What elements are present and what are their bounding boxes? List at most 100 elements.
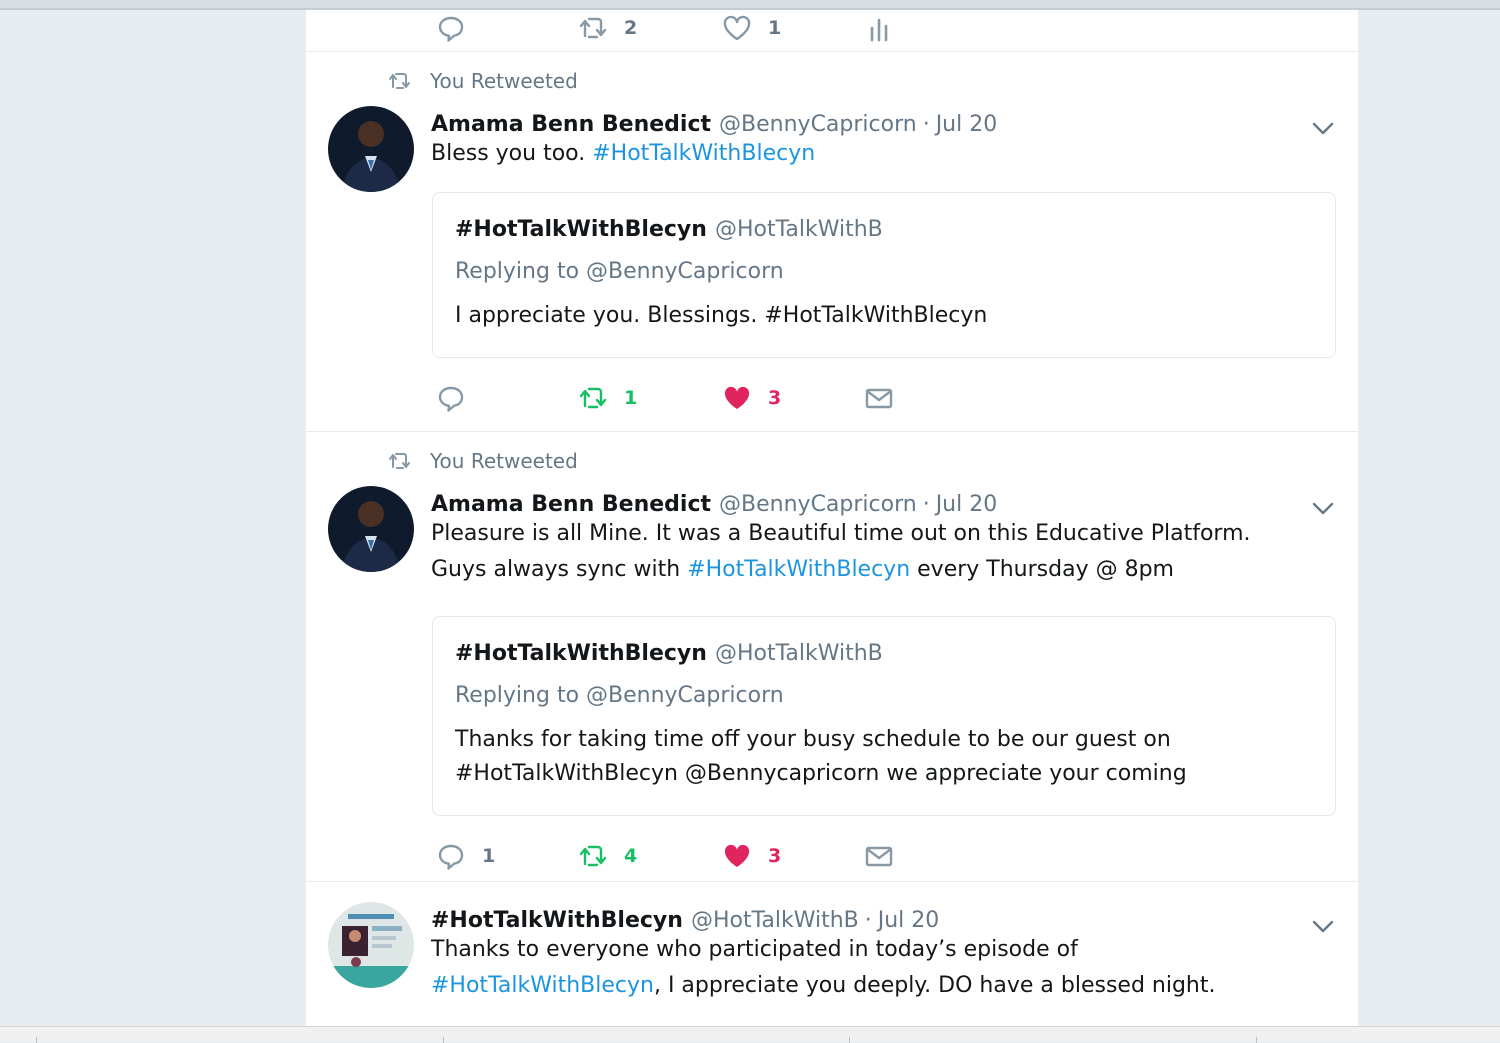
username[interactable]: @BennyCapricorn (719, 492, 917, 517)
retweet-context: You Retweeted (388, 69, 578, 93)
window-bottom-bar (0, 1026, 1500, 1043)
separator: · (922, 112, 930, 137)
direct-message-button[interactable] (864, 382, 894, 414)
retweet-button[interactable]: 2 (578, 12, 637, 44)
heart-outline-icon (723, 15, 751, 41)
quoted-username: @HotTalkWithB (714, 641, 883, 666)
tweet-menu-button[interactable] (1310, 498, 1336, 518)
tweet-text: Bless you too. #HotTalkWithBlecyn (431, 136, 1311, 172)
retweet-icon (579, 387, 607, 409)
quoted-tweet-header: #HotTalkWithBlecyn @HotTalkWithB (455, 641, 883, 666)
tweet[interactable]: You Retweeted Amama Benn Benedict @Benny… (306, 52, 1358, 432)
hashtag-link[interactable]: #HotTalkWithBlecyn (687, 557, 910, 582)
retweet-context-icon (389, 453, 410, 469)
username[interactable]: @BennyCapricorn (719, 112, 917, 137)
divider (1256, 1037, 1257, 1043)
retweet-button[interactable]: 4 (578, 840, 637, 872)
quoted-tweet[interactable]: #HotTalkWithBlecyn @HotTalkWithB Replyin… (432, 192, 1336, 358)
hashtag-link[interactable]: #HotTalkWithBlecyn (592, 141, 815, 166)
retweet-context-label: You Retweeted (430, 69, 578, 93)
reply-button[interactable] (436, 12, 466, 44)
retweet-count: 2 (624, 17, 638, 39)
timestamp[interactable]: Jul 20 (936, 112, 998, 137)
tweet-actions: 1 3 (436, 382, 916, 414)
heart-filled-icon (724, 844, 750, 867)
retweet-icon (579, 845, 607, 867)
timestamp[interactable]: Jul 20 (936, 492, 998, 517)
quoted-username: @HotTalkWithB (714, 217, 883, 242)
quoted-text-line: #HotTalkWithBlecyn @Bennycapricorn we ap… (455, 761, 1187, 786)
separator: · (922, 492, 930, 517)
like-button[interactable]: 3 (722, 382, 781, 414)
avatar[interactable] (328, 106, 414, 192)
analytics-icon (870, 18, 888, 42)
quoted-tweet-header: #HotTalkWithBlecyn @HotTalkWithB (455, 217, 883, 242)
fullname[interactable]: Amama Benn Benedict (431, 492, 711, 517)
quoted-replying-to: Replying to @BennyCapricorn (455, 683, 784, 708)
like-count: 3 (768, 845, 782, 867)
tweet-text: Pleasure is all Mine. It was a Beautiful… (431, 516, 1331, 588)
tweet-text-plain: Bless you too. (431, 141, 593, 166)
divider (849, 1037, 850, 1043)
quoted-fullname: #HotTalkWithBlecyn (455, 641, 707, 666)
retweet-icon (579, 17, 607, 39)
avatar-image (328, 486, 414, 572)
quoted-fullname: #HotTalkWithBlecyn (455, 217, 707, 242)
window-top-border (0, 0, 1500, 10)
divider (443, 1037, 444, 1043)
retweet-context: You Retweeted (388, 449, 578, 473)
hashtag-link[interactable]: #HotTalkWithBlecyn (431, 973, 654, 998)
analytics-button[interactable] (864, 12, 894, 44)
tweet-text-line: Pleasure is all Mine. It was a Beautiful… (431, 521, 1251, 546)
reply-count: 1 (482, 845, 496, 867)
tweet-menu-button[interactable] (1310, 118, 1336, 138)
tweet-actions: 1 4 3 (436, 840, 916, 872)
tweet-text-line: Guys always sync with #HotTalkWithBlecyn… (431, 552, 1331, 588)
reply-button[interactable]: 1 (436, 840, 495, 872)
avatar[interactable] (328, 902, 414, 988)
like-count: 1 (768, 17, 782, 39)
reply-button[interactable] (436, 382, 466, 414)
fullname[interactable]: #HotTalkWithBlecyn (431, 908, 683, 933)
timestamp[interactable]: Jul 20 (878, 908, 940, 933)
tweet[interactable]: #HotTalkWithBlecyn @HotTalkWithB · Jul 2… (306, 882, 1358, 1026)
direct-message-button[interactable] (864, 840, 894, 872)
envelope-icon (865, 846, 893, 867)
tweet-text-line: Thanks to everyone who participated in t… (431, 937, 1078, 962)
like-button[interactable]: 1 (722, 12, 781, 44)
avatar-image (328, 902, 414, 988)
retweet-context-label: You Retweeted (430, 449, 578, 473)
retweet-context-icon (389, 73, 410, 89)
quoted-tweet[interactable]: #HotTalkWithBlecyn @HotTalkWithB Replyin… (432, 616, 1336, 816)
tweet-actions: 2 1 (436, 12, 916, 44)
avatar-image (328, 106, 414, 192)
avatar[interactable] (328, 486, 414, 572)
tweet-text-plain: , I appreciate you deeply. DO have a ble… (653, 973, 1216, 998)
tweet[interactable]: You Retweeted Amama Benn Benedict @Benny… (306, 432, 1358, 882)
quoted-text: I appreciate you. Blessings. #HotTalkWit… (455, 303, 988, 328)
fullname[interactable]: Amama Benn Benedict (431, 112, 711, 137)
retweet-count: 4 (624, 845, 638, 867)
chevron-down-icon (1312, 502, 1334, 515)
timeline[interactable]: 2 1 You Retweeted Amama Benn Benedict @B… (306, 10, 1358, 1026)
retweet-button[interactable]: 1 (578, 382, 637, 414)
tweet-text-line: #HotTalkWithBlecyn, I appreciate you dee… (431, 968, 1331, 1004)
reply-icon (438, 16, 464, 42)
tweet-text-plain: every Thursday @ 8pm (910, 557, 1174, 582)
username[interactable]: @HotTalkWithB (691, 908, 859, 933)
retweet-count: 1 (624, 387, 638, 409)
chevron-down-icon (1312, 122, 1334, 135)
envelope-icon (865, 388, 893, 409)
reply-icon (438, 844, 464, 870)
like-count: 3 (768, 387, 782, 409)
quoted-text: Thanks for taking time off your busy sch… (455, 723, 1315, 791)
tweet-text-plain: Guys always sync with (431, 557, 688, 582)
heart-filled-icon (724, 386, 750, 409)
quoted-replying-to: Replying to @BennyCapricorn (455, 259, 784, 284)
divider (36, 1037, 37, 1043)
quoted-text-line: Thanks for taking time off your busy sch… (455, 727, 1171, 752)
tweet-text: Thanks to everyone who participated in t… (431, 932, 1331, 1004)
reply-icon (438, 386, 464, 412)
separator: · (864, 908, 872, 933)
like-button[interactable]: 3 (722, 840, 781, 872)
